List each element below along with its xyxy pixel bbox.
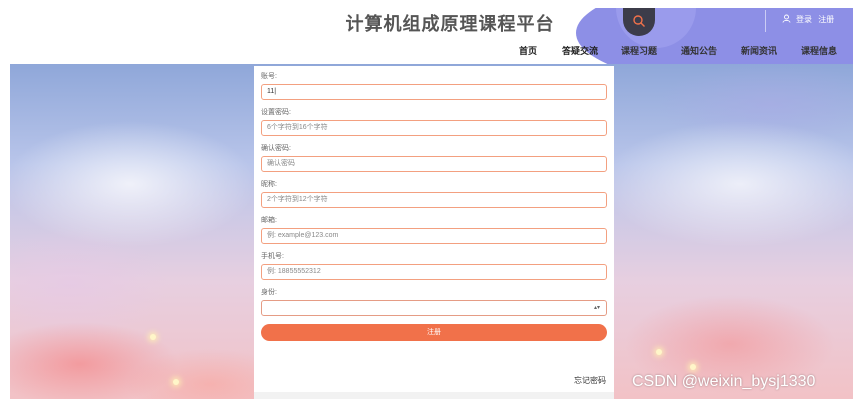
site-header: 计算机组成原理课程平台 登录 注册 首页 答疑交流 课程习题 通知公告 新闻资讯… xyxy=(10,8,853,64)
password-input[interactable]: 6个字符到16个字符 xyxy=(261,120,607,136)
nickname-label: 昵称: xyxy=(261,181,277,188)
login-link[interactable]: 登录 xyxy=(796,15,812,24)
confirm-password-label: 确认密码: xyxy=(261,145,291,152)
register-link[interactable]: 注册 xyxy=(818,15,834,24)
password-label: 设置密码: xyxy=(261,109,291,116)
nav-news[interactable]: 新闻资讯 xyxy=(741,44,777,57)
sparkle-decoration xyxy=(173,379,179,385)
browser-viewport: 计算机组成原理课程平台 登录 注册 首页 答疑交流 课程习题 通知公告 新闻资讯… xyxy=(10,8,853,399)
sparkle-decoration xyxy=(150,334,156,340)
page-footer-strip xyxy=(254,392,614,399)
identity-label: 身份: xyxy=(261,289,277,296)
site-title: 计算机组成原理课程平台 xyxy=(345,14,555,34)
phone-input[interactable]: 例: 18855552312 xyxy=(261,264,607,280)
nav-home[interactable]: 首页 xyxy=(519,44,537,57)
register-form: 账号: 11| 设置密码: 6个字符到16个字符 确认密码: 确认密码 昵称: … xyxy=(254,66,614,392)
sparkle-decoration xyxy=(690,364,696,370)
confirm-password-input[interactable]: 确认密码 xyxy=(261,156,607,172)
phone-label: 手机号: xyxy=(261,253,284,260)
account-label: 账号: xyxy=(261,73,277,80)
chevron-updown-icon: ▴▾ xyxy=(593,305,600,311)
email-input[interactable]: 例: example@123.com xyxy=(261,228,607,244)
nav-qa[interactable]: 答疑交流 xyxy=(562,44,598,57)
nav-course-info[interactable]: 课程信息 xyxy=(801,44,837,57)
sparkle-decoration xyxy=(656,349,662,355)
header-divider xyxy=(765,10,766,32)
register-button[interactable]: 注册 xyxy=(261,324,607,341)
nav-exercises[interactable]: 课程习题 xyxy=(621,44,657,57)
nav-notices[interactable]: 通知公告 xyxy=(681,44,717,57)
nickname-input[interactable]: 2个字符到12个字符 xyxy=(261,192,607,208)
watermark: CSDN @weixin_bysj1330 xyxy=(632,373,816,390)
email-label: 邮箱: xyxy=(261,217,277,224)
search-icon xyxy=(633,15,645,27)
auth-links: 登录 注册 xyxy=(796,14,838,25)
identity-select[interactable]: ▴▾ xyxy=(261,300,607,316)
forgot-password-link[interactable]: 忘记密码 xyxy=(574,375,606,386)
account-input[interactable]: 11| xyxy=(261,84,607,100)
user-icon xyxy=(782,14,791,23)
